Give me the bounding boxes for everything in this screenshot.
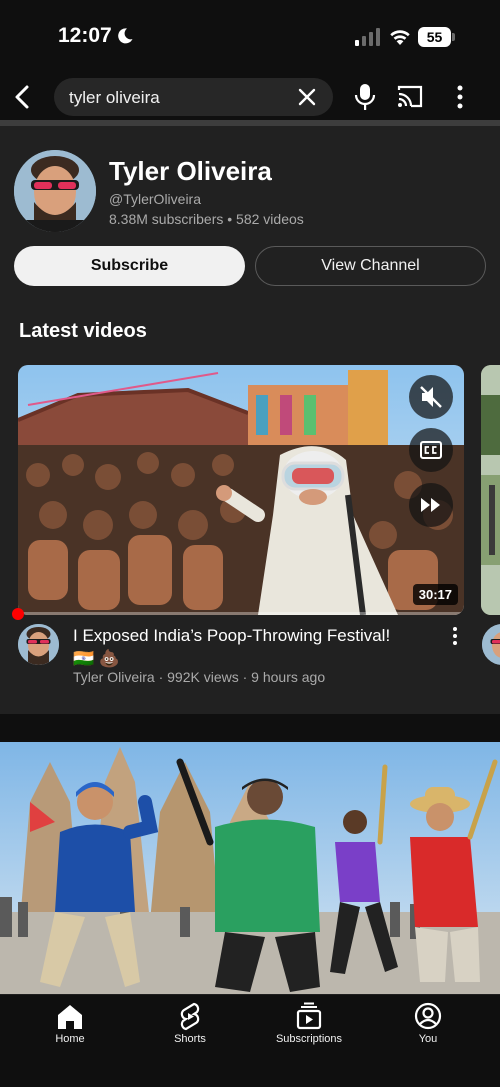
search-header: tyler oliveira bbox=[0, 74, 500, 120]
do-not-disturb-icon bbox=[118, 28, 133, 44]
latest-videos-heading: Latest videos bbox=[19, 320, 147, 342]
next-video-channel-avatar[interactable] bbox=[482, 624, 500, 665]
cast-icon[interactable] bbox=[396, 84, 424, 110]
video-duration: 30:17 bbox=[412, 584, 458, 605]
nav-home-label: Home bbox=[55, 1033, 85, 1045]
mute-icon bbox=[420, 386, 442, 408]
thumbnail-image bbox=[18, 365, 464, 615]
nav-shorts-label: Shorts bbox=[174, 1033, 206, 1045]
status-time: 12:07 bbox=[58, 24, 112, 47]
nav-home[interactable]: Home bbox=[20, 1001, 120, 1045]
playback-progress[interactable] bbox=[18, 612, 464, 615]
status-bar: 12:07 55 bbox=[0, 0, 500, 74]
nav-subscriptions-label: Subscriptions bbox=[275, 1033, 343, 1045]
clear-search-icon[interactable] bbox=[297, 87, 317, 107]
channel-stats: 8.38M subscribers • 582 videos bbox=[109, 211, 304, 227]
cellular-signal-icon bbox=[355, 28, 380, 46]
wifi-icon bbox=[390, 30, 410, 45]
nav-shorts[interactable]: Shorts bbox=[140, 1001, 240, 1045]
shorts-icon bbox=[180, 1002, 200, 1031]
subscribe-button[interactable]: Subscribe bbox=[14, 246, 245, 286]
next-video-thumbnail[interactable] bbox=[481, 365, 500, 615]
video-title[interactable]: I Exposed India’s Poop-Throwing Festival… bbox=[73, 624, 433, 647]
channel-avatar[interactable] bbox=[14, 150, 96, 232]
subscriptions-icon bbox=[296, 1002, 322, 1030]
nav-you-label: You bbox=[418, 1033, 438, 1045]
fast-forward-button[interactable] bbox=[409, 483, 453, 527]
video-options-icon[interactable] bbox=[449, 626, 461, 646]
feed-separator bbox=[0, 714, 500, 742]
video-thumbnail[interactable]: 30:17 bbox=[18, 365, 464, 615]
mute-button[interactable] bbox=[409, 375, 453, 419]
video-channel-avatar[interactable] bbox=[18, 624, 59, 665]
home-icon bbox=[58, 1005, 82, 1029]
nav-subscriptions[interactable]: Subscriptions bbox=[259, 1001, 359, 1045]
view-channel-button[interactable]: View Channel bbox=[255, 246, 486, 286]
you-icon bbox=[414, 1002, 442, 1030]
video-metadata: Tyler Oliveira · 992K views · 9 hours ag… bbox=[73, 669, 326, 685]
next-thumbnail-image bbox=[481, 365, 500, 615]
channel-result-card: Tyler Oliveira @TylerOliveira 8.38M subs… bbox=[0, 126, 500, 714]
more-options-icon[interactable] bbox=[452, 84, 468, 110]
feed-thumbnail-image bbox=[0, 742, 500, 994]
channel-handle: @TylerOliveira bbox=[109, 191, 202, 207]
search-input[interactable]: tyler oliveira bbox=[54, 78, 333, 116]
battery-indicator: 55 bbox=[418, 27, 455, 47]
battery-level: 55 bbox=[426, 29, 443, 45]
video-title-emoji: 🇮🇳 💩 bbox=[73, 649, 121, 668]
microphone-icon[interactable] bbox=[353, 82, 377, 112]
bottom-navigation: Home Shorts Subscriptions You bbox=[0, 994, 500, 1087]
closed-captions-icon bbox=[420, 441, 442, 459]
fast-forward-icon bbox=[421, 498, 440, 512]
captions-button[interactable] bbox=[409, 428, 453, 472]
progress-scrubber[interactable] bbox=[12, 608, 24, 620]
nav-you[interactable]: You bbox=[378, 1001, 478, 1045]
feed-video-thumbnail[interactable] bbox=[0, 742, 500, 994]
back-arrow-icon[interactable] bbox=[10, 82, 36, 112]
search-query[interactable]: tyler oliveira bbox=[69, 88, 160, 108]
channel-name[interactable]: Tyler Oliveira bbox=[109, 156, 272, 187]
